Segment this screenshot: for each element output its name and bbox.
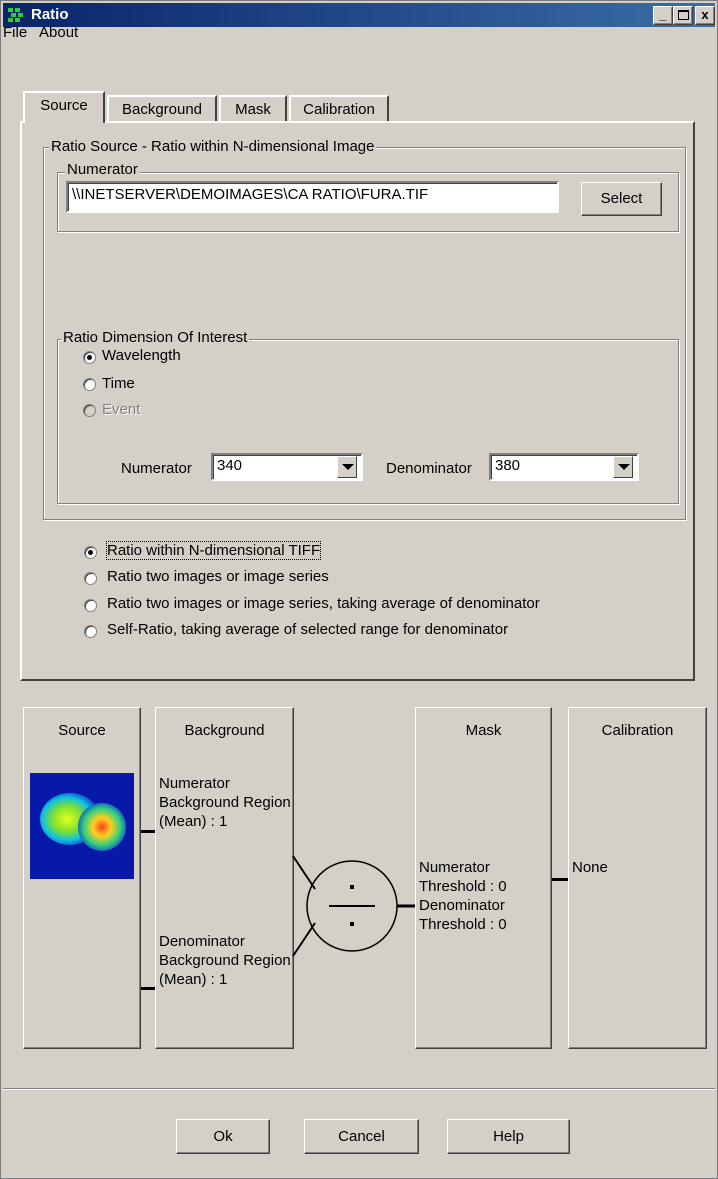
maximize-icon <box>677 10 689 20</box>
pipeline-calibration-box[interactable]: Calibration <box>568 707 707 1049</box>
window-title: Ratio <box>31 6 69 23</box>
help-button[interactable]: Help <box>447 1119 570 1154</box>
pipeline-source-title: Source <box>58 722 106 739</box>
tab-calibration[interactable]: Calibration <box>289 95 389 123</box>
mask-connector <box>552 878 568 881</box>
time-label: Time <box>102 375 135 392</box>
denominator-background-text: Denominator Background Region (Mean) : 1 <box>159 933 291 988</box>
title-bar[interactable]: Ratio _ x <box>3 3 715 27</box>
separator <box>3 1088 715 1090</box>
denominator-combo-value: 380 <box>495 457 521 474</box>
numerator-combo-value: 340 <box>217 457 243 474</box>
source-thumbnail <box>30 773 134 879</box>
ratio-mode-radio-4[interactable] <box>84 625 97 638</box>
ratio-mode-label-4: Self-Ratio, taking average of selected r… <box>107 621 509 638</box>
denominator-dropdown-arrow-icon[interactable] <box>613 456 633 478</box>
ratio-mode-radio-1[interactable] <box>84 546 97 559</box>
pipeline-background-title: Background <box>184 722 265 739</box>
cancel-button[interactable]: Cancel <box>304 1119 419 1154</box>
tab-mask[interactable]: Mask <box>219 95 287 123</box>
tab-background[interactable]: Background <box>107 95 217 123</box>
divide-icon <box>329 885 375 926</box>
numerator-background-text: Numerator Background Region (Mean) : 1 <box>159 775 291 830</box>
denominator-connector <box>141 987 155 990</box>
close-button[interactable]: x <box>695 6 715 25</box>
ratio-mode-label-2: Ratio two images or image series <box>107 568 329 585</box>
numerator-dropdown-arrow-icon[interactable] <box>337 456 357 478</box>
ratio-mode-radio-3[interactable] <box>84 599 97 612</box>
calibration-text: None <box>572 859 608 876</box>
wavelength-label: Wavelength <box>102 347 181 364</box>
maximize-button[interactable] <box>673 6 693 25</box>
numerator-path-field[interactable]: \\INETSERVER\DEMOIMAGES\CA RATIO\FURA.TI… <box>66 181 559 213</box>
pipeline-background-box[interactable]: Background <box>155 707 294 1049</box>
time-radio[interactable] <box>83 378 96 391</box>
ok-button[interactable]: Ok <box>176 1119 270 1154</box>
minimize-icon: _ <box>659 7 667 22</box>
ratio-mode-label-1: Ratio within N-dimensional TIFF <box>105 541 322 560</box>
wavelength-radio[interactable] <box>83 351 96 364</box>
denominator-combo-label: Denominator <box>386 460 472 477</box>
menu-about[interactable]: About <box>39 24 78 41</box>
tab-source[interactable]: Source <box>23 91 105 123</box>
ratio-source-group-label: Ratio Source - Ratio within N-dimensiona… <box>49 138 377 155</box>
ratio-app-icon <box>8 8 23 22</box>
dimension-group-label: Ratio Dimension Of Interest <box>61 329 250 346</box>
source-connector <box>141 830 155 833</box>
event-label: Event <box>102 401 141 418</box>
minimize-button[interactable]: _ <box>653 6 673 25</box>
select-button[interactable]: Select <box>581 182 662 216</box>
menu-file[interactable]: File <box>3 24 27 41</box>
pipeline-calibration-title: Calibration <box>601 722 674 739</box>
close-icon: x <box>701 7 709 22</box>
numerator-group-label: Numerator <box>65 161 140 178</box>
event-radio <box>83 404 96 417</box>
ratio-mode-label-3: Ratio two images or image series, taking… <box>107 595 540 612</box>
ratio-mode-radio-2[interactable] <box>84 572 97 585</box>
numerator-combo-label: Numerator <box>121 460 192 477</box>
pipeline-mask-title: Mask <box>465 722 502 739</box>
mask-threshold-text: Numerator Threshold : 0 Denominator Thre… <box>419 859 507 933</box>
ratio-window: Ratio _ x File About Source Background M… <box>0 0 718 1179</box>
divide-operator <box>292 855 417 957</box>
